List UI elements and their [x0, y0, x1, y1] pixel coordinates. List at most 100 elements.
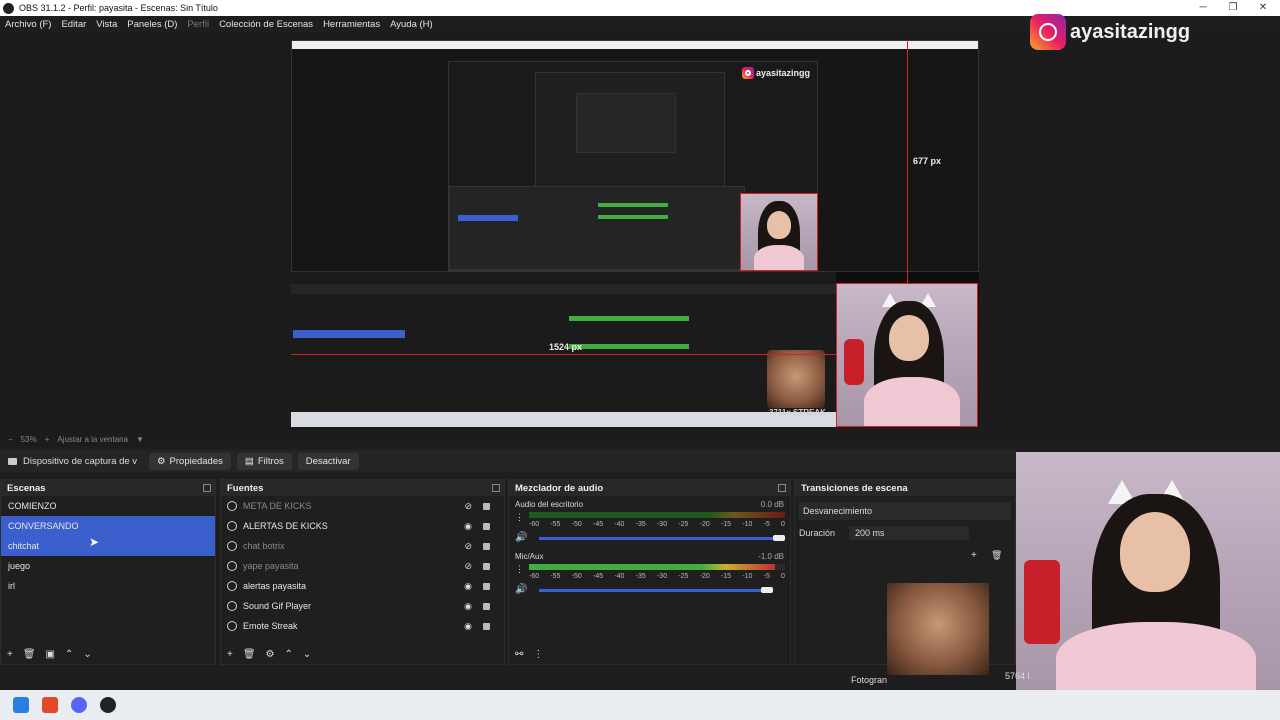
volume-slider-handle[interactable] [761, 587, 773, 593]
channel-db: 0.0 dB [760, 500, 784, 509]
source-item[interactable]: ALERTAS DE KICKS ◉ [221, 516, 504, 536]
duration-input[interactable]: 200 ms [849, 526, 970, 540]
scene-item[interactable]: juego [1, 556, 215, 576]
brave-browser-icon[interactable] [42, 697, 58, 713]
gear-icon[interactable]: ⚙ [266, 649, 275, 660]
source-label: yape payasita [243, 561, 299, 571]
filter-icon: ▤ [244, 455, 254, 467]
channel-menu-icon[interactable]: ⋮ [515, 512, 524, 523]
instagram-icon [1030, 14, 1066, 50]
menu-ayuda[interactable]: Ayuda (H) [385, 19, 438, 30]
move-down-icon[interactable]: ⌄ [83, 649, 91, 660]
zoom-out-icon[interactable]: − [8, 435, 13, 444]
sources-title: Fuentes [227, 482, 264, 494]
close-icon[interactable]: ✕ [1248, 0, 1278, 16]
channel-menu-icon[interactable]: ⋮ [515, 564, 524, 575]
volume-slider[interactable] [539, 537, 777, 540]
taskbar [0, 690, 1280, 720]
add-icon[interactable]: + [227, 649, 233, 660]
source-item[interactable]: META DE KICKS ⊘ [221, 496, 504, 516]
menu-archivo[interactable]: Archivo (F) [0, 19, 56, 30]
add-transition-icon[interactable]: + [971, 550, 977, 561]
zoom-in-icon[interactable]: + [45, 435, 50, 444]
preview-canvas[interactable]: ayasitazingg 677 px 1524 px 3711x STREAK [291, 40, 979, 427]
maximize-icon[interactable]: ❐ [1218, 0, 1248, 16]
meme-face-image [887, 583, 989, 675]
move-up-icon[interactable]: ⌃ [285, 649, 293, 660]
nested-meter [598, 203, 668, 207]
speaker-icon[interactable]: 🔊 [515, 584, 527, 595]
source-type-icon [227, 581, 237, 591]
volume-slider-handle[interactable] [773, 535, 785, 541]
menu-perfil[interactable]: Perfil [182, 19, 214, 30]
source-label: Sound Gif Player [243, 601, 312, 611]
selection-box[interactable] [836, 283, 978, 427]
source-item[interactable]: Sound Gif Player ◉ [221, 596, 504, 616]
filter-icon[interactable]: ▣ [46, 649, 55, 660]
source-item[interactable]: Emote Streak ◉ [221, 616, 504, 636]
filters-button[interactable]: ▤ Filtros [236, 452, 292, 470]
scene-item[interactable]: irl [1, 576, 215, 596]
source-item[interactable]: alertas payasita ◉ [221, 576, 504, 596]
deactivate-button[interactable]: Desactivar [297, 452, 359, 470]
zoom-dropdown-icon[interactable]: ▼ [136, 435, 144, 444]
eye-hidden-icon[interactable]: ⊘ [464, 501, 472, 512]
eye-icon[interactable]: ◉ [464, 581, 472, 592]
nested-preview-inner2 [576, 93, 676, 153]
nested-preview-inner [535, 72, 725, 192]
source-type-icon [227, 501, 237, 511]
measure-horizontal-label: 1524 px [549, 342, 583, 352]
lock-icon[interactable] [483, 562, 490, 570]
lock-icon[interactable] [483, 502, 490, 510]
scene-label: irl [8, 581, 15, 591]
source-type-icon [227, 561, 237, 571]
menu-editar[interactable]: Editar [56, 19, 91, 30]
duration-row: Duración 200 ms [795, 526, 1015, 540]
trash-icon[interactable]: 🗑 [23, 649, 36, 660]
discord-icon[interactable] [71, 697, 87, 713]
nested-instagram-overlay: ayasitazingg [742, 67, 810, 79]
transition-select[interactable]: Desvanecimiento [799, 502, 1011, 520]
dock-float-icon[interactable] [203, 484, 211, 492]
eye-icon[interactable]: ◉ [464, 601, 472, 612]
zoom-fit-label[interactable]: Ajustar a la ventana [57, 435, 128, 444]
minimize-icon[interactable]: ─ [1188, 0, 1218, 16]
source-item[interactable]: chat botrix ⊘ [221, 536, 504, 556]
menu-paneles[interactable]: Paneles (D) [122, 19, 182, 30]
properties-label: Propiedades [169, 455, 223, 467]
trash-icon[interactable]: 🗑 [243, 649, 256, 660]
dock-float-icon[interactable] [778, 484, 786, 492]
eye-icon[interactable]: ◉ [464, 621, 472, 632]
mouse-cursor-icon: ➤ [89, 535, 100, 549]
transitions-header: Transiciones de escena [795, 480, 1015, 496]
obs-taskbar-icon[interactable] [100, 697, 116, 713]
scene-item[interactable]: CONVERSANDO [1, 516, 215, 536]
menu-vista[interactable]: Vista [91, 19, 122, 30]
eye-icon[interactable]: ◉ [464, 521, 472, 532]
lock-icon[interactable] [483, 582, 490, 590]
properties-button[interactable]: ⚙ Propiedades [149, 452, 231, 470]
menu-dots-icon[interactable]: ⋮ [533, 649, 543, 660]
menu-herramientas[interactable]: Herramientas [318, 19, 385, 30]
eye-hidden-icon[interactable]: ⊘ [464, 541, 472, 552]
menu-coleccion[interactable]: Colección de Escenas [214, 19, 318, 30]
volume-slider[interactable] [539, 589, 767, 592]
scene-item[interactable]: chitchat ➤ [1, 535, 215, 556]
move-up-icon[interactable]: ⌃ [65, 649, 73, 660]
eye-hidden-icon[interactable]: ⊘ [464, 561, 472, 572]
link-icon[interactable]: ⚯ [515, 649, 523, 660]
windows-start-icon[interactable] [13, 697, 29, 713]
lock-icon[interactable] [483, 622, 490, 630]
canvas-streak-label: 3711x STREAK [769, 408, 826, 417]
dock-float-icon[interactable] [492, 484, 500, 492]
add-icon[interactable]: + [7, 649, 13, 660]
source-item[interactable]: yape payasita ⊘ [221, 556, 504, 576]
trash-icon[interactable]: 🗑 [991, 550, 1002, 561]
scene-item[interactable]: COMIENZO [1, 496, 215, 516]
move-down-icon[interactable]: ⌄ [303, 649, 311, 660]
lock-icon[interactable] [483, 542, 490, 550]
lock-icon[interactable] [483, 522, 490, 530]
lock-icon[interactable] [483, 602, 490, 610]
sources-header: Fuentes [221, 480, 504, 496]
speaker-icon[interactable]: 🔊 [515, 532, 527, 543]
